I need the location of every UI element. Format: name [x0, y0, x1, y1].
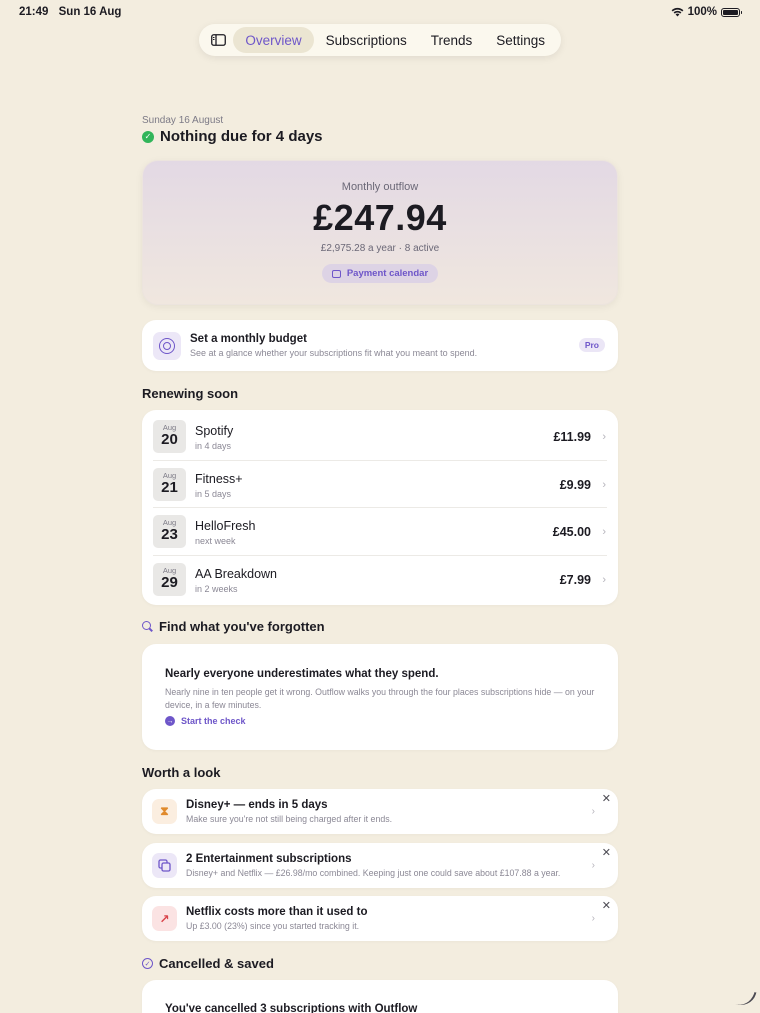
- status-clock: 21:49 Sun 16 Aug: [19, 6, 121, 18]
- status-indicators: 100%: [671, 6, 742, 18]
- worth-a-look-heading: Worth a look: [142, 765, 221, 780]
- insight-subtitle: Disney+ and Netflix — £26.98/mo combined…: [186, 868, 561, 878]
- start-check-label: Start the check: [181, 716, 246, 726]
- chevron-right-icon: ›: [591, 806, 595, 817]
- renewing-soon-heading: Renewing soon: [142, 386, 239, 401]
- search-icon: [142, 621, 153, 632]
- wifi-icon: [671, 7, 683, 17]
- renewal-date-tile: Aug 23: [153, 515, 186, 548]
- insight-subtitle: Make sure you're not still being charged…: [186, 814, 393, 824]
- outflow-amount: £247.94: [313, 197, 447, 238]
- chevron-right-icon: ›: [602, 479, 606, 491]
- renewal-when: in 5 days: [195, 489, 232, 499]
- renewal-price: £7.99: [559, 573, 591, 587]
- insight-card-disney[interactable]: ⧗ Disney+ — ends in 5 days Make sure you…: [142, 789, 618, 834]
- hourglass-icon: ⧗: [152, 799, 177, 824]
- renewal-name: HelloFresh: [195, 519, 256, 533]
- renewal-name: Fitness+: [195, 472, 243, 486]
- copy-icon: [152, 853, 177, 878]
- cancelled-saved-heading: ✓ Cancelled & saved: [142, 956, 274, 971]
- pro-badge: Pro: [578, 338, 605, 352]
- tab-overview[interactable]: Overview: [233, 27, 314, 53]
- chevron-right-icon: ›: [591, 913, 595, 924]
- renewal-day: 20: [161, 431, 178, 448]
- chevron-right-icon: ›: [602, 431, 606, 443]
- tab-trends[interactable]: Trends: [419, 27, 485, 53]
- start-check-link[interactable]: → Start the check: [165, 716, 246, 726]
- dismiss-icon[interactable]: ✕: [602, 846, 611, 859]
- dismiss-icon[interactable]: ✕: [602, 899, 611, 912]
- due-status-text: Nothing due for 4 days: [160, 128, 323, 145]
- insight-title: Disney+ — ends in 5 days: [186, 799, 328, 811]
- insight-title: Netflix costs more than it used to: [186, 906, 368, 918]
- dismiss-icon[interactable]: ✕: [602, 792, 611, 805]
- tab-subscriptions[interactable]: Subscriptions: [314, 27, 419, 53]
- status-bar: 21:49 Sun 16 Aug 100%: [0, 0, 760, 24]
- resize-handle-icon[interactable]: [733, 986, 757, 1010]
- renewal-date-tile: Aug 21: [153, 468, 186, 501]
- renewal-day: 23: [161, 526, 178, 543]
- renewal-row-hellofresh[interactable]: Aug 23 HelloFresh next week £45.00 ›: [142, 507, 618, 554]
- renewal-name: AA Breakdown: [195, 567, 277, 581]
- renewal-when: in 2 weeks: [195, 584, 238, 594]
- chevron-right-icon: ›: [602, 526, 606, 538]
- renewing-soon-list: Aug 20 Spotify in 4 days £11.99 › Aug 21…: [142, 410, 618, 605]
- battery-percent: 100%: [687, 6, 717, 18]
- arrow-right-circle-icon: →: [165, 716, 175, 726]
- renewal-date-tile: Aug 20: [153, 420, 186, 453]
- chevron-right-icon: ›: [591, 860, 595, 871]
- renewal-row-fitness[interactable]: Aug 21 Fitness+ in 5 days £9.99 ›: [142, 460, 618, 507]
- forgotten-body: Nearly nine in ten people get it wrong. …: [165, 687, 595, 710]
- due-status: ✓ Nothing due for 4 days: [142, 128, 323, 145]
- checkmark-badge-icon: ✓: [142, 958, 153, 969]
- checkmark-icon: ✓: [142, 130, 154, 143]
- find-forgotten-heading: Find what you've forgotten: [142, 619, 325, 634]
- renewal-when: next week: [195, 536, 236, 546]
- monthly-budget-card[interactable]: Set a monthly budget See at a glance whe…: [142, 320, 618, 371]
- status-time: 21:49: [19, 6, 49, 18]
- insight-subtitle: Up £3.00 (23%) since you started trackin…: [186, 921, 360, 931]
- find-forgotten-title: Find what you've forgotten: [159, 619, 325, 634]
- renewal-when: in 4 days: [195, 441, 232, 451]
- cancelled-saved-title: Cancelled & saved: [159, 956, 274, 971]
- forgotten-heading: Nearly everyone underestimates what they…: [165, 668, 439, 680]
- chevron-right-icon: ›: [602, 574, 606, 586]
- target-icon: [153, 332, 181, 360]
- insight-card-netflix[interactable]: ↗ Netflix costs more than it used to Up …: [142, 896, 618, 941]
- calendar-icon: [331, 269, 341, 278]
- sidebar-toggle-button[interactable]: [203, 27, 233, 53]
- renewal-day: 21: [161, 479, 178, 496]
- payment-calendar-label: Payment calendar: [346, 268, 429, 279]
- budget-title: Set a monthly budget: [190, 333, 307, 345]
- payment-calendar-button[interactable]: Payment calendar: [321, 264, 439, 283]
- tab-settings[interactable]: Settings: [484, 27, 557, 53]
- renewal-price: £45.00: [552, 525, 591, 539]
- status-date: Sun 16 Aug: [58, 6, 122, 18]
- renewal-row-spotify[interactable]: Aug 20 Spotify in 4 days £11.99 ›: [142, 412, 618, 459]
- current-date: Sunday 16 August: [142, 115, 224, 126]
- cancelled-summary: You've cancelled 3 subscriptions with Ou…: [165, 1003, 418, 1013]
- renewal-price: £11.99: [553, 430, 591, 444]
- outflow-label: Monthly outflow: [341, 181, 419, 193]
- battery-icon: [721, 7, 742, 17]
- budget-subtitle: See at a glance whether your subscriptio…: [190, 348, 478, 358]
- top-tab-bar: Overview Subscriptions Trends Settings: [199, 24, 561, 56]
- outflow-summary: £2,975.28 a year · 8 active: [320, 243, 440, 254]
- renewal-price: £9.99: [559, 478, 591, 492]
- renewal-name: Spotify: [195, 424, 234, 438]
- renewal-day: 29: [161, 574, 178, 591]
- monthly-outflow-card: Monthly outflow £247.94 £2,975.28 a year…: [142, 160, 618, 305]
- trend-up-icon: ↗: [152, 906, 177, 931]
- find-forgotten-card: Nearly everyone underestimates what they…: [142, 644, 618, 750]
- sidebar-icon: [210, 34, 226, 46]
- insight-title: 2 Entertainment subscriptions: [186, 853, 352, 865]
- cancelled-card: You've cancelled 3 subscriptions with Ou…: [142, 980, 618, 1013]
- renewal-row-aa-breakdown[interactable]: Aug 29 AA Breakdown in 2 weeks £7.99 ›: [142, 555, 618, 602]
- insight-card-entertainment[interactable]: 2 Entertainment subscriptions Disney+ an…: [142, 843, 618, 888]
- renewal-date-tile: Aug 29: [153, 563, 186, 596]
